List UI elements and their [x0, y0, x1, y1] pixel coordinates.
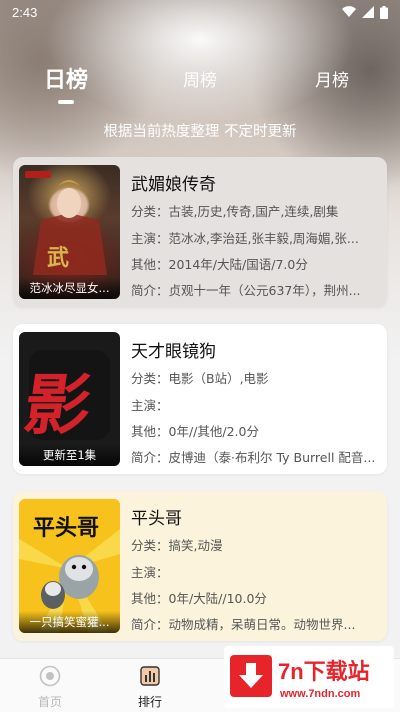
download-logo-icon	[230, 655, 272, 697]
card-cast: 主演：	[131, 565, 169, 580]
tab-daily[interactable]: 日榜	[44, 62, 88, 94]
ranking-card[interactable]: 影 更新至1集 天才眼镜狗 分类：电影（B站）,电影 主演： 其他：0年//其他…	[13, 324, 387, 474]
poster-image: 影 更新至1集	[19, 332, 120, 466]
card-other: 其他：0年/大陆//10.0分	[131, 591, 267, 606]
nav-home[interactable]: 首页	[20, 665, 80, 710]
svg-text:武: 武	[47, 245, 69, 271]
card-intro: 简介：皮博迪（泰·布利尔 Ty Burrell 配音...	[131, 450, 376, 465]
ranking-icon	[140, 666, 160, 686]
watermark-url: www.7ndn.com	[280, 688, 361, 700]
battery-icon	[380, 5, 388, 19]
card-cast: 主演：	[131, 398, 169, 413]
poster-caption: 更新至1集	[19, 444, 120, 466]
ranking-card[interactable]: 平头哥 一只搞笑蜜獾... 平头哥 分类：搞笑,动漫 主演： 其他：0年/大陆/…	[13, 491, 387, 641]
status-bar: 2:43	[0, 0, 400, 24]
ranking-card[interactable]: 武 范冰冰尽显女... 武媚娘传奇 分类：古装,历史,传奇,国产,连续,剧集 主…	[13, 157, 387, 307]
card-category: 分类：古装,历史,传奇,国产,连续,剧集	[131, 204, 339, 219]
card-intro: 简介：贞观十一年（公元637年），荆州...	[131, 283, 361, 298]
tab-monthly[interactable]: 月榜	[315, 66, 349, 91]
tab-weekly[interactable]: 周榜	[183, 66, 217, 91]
home-icon	[39, 665, 61, 687]
card-title: 武媚娘传奇	[131, 175, 216, 195]
card-other: 其他：0年//其他/2.0分	[131, 424, 259, 439]
signal-icon	[362, 6, 374, 18]
card-other: 其他：2014年/大陆/国语/7.0分	[131, 257, 308, 272]
poster-caption: 一只搞笑蜜獾...	[19, 611, 120, 633]
nav-home-label: 首页	[37, 695, 62, 709]
svg-text:平头哥: 平头哥	[33, 516, 99, 541]
card-title: 平头哥	[131, 509, 182, 529]
status-icons	[342, 5, 388, 19]
poster-caption: 范冰冰尽显女...	[19, 277, 120, 299]
card-intro: 简介：动物成精，呆萌日常。动物世界...	[131, 617, 356, 632]
site-watermark: 7n下载站 www.7ndn.com	[224, 646, 394, 708]
wifi-icon	[342, 6, 356, 18]
ranking-subtitle: 根据当前热度整理 不定时更新	[103, 124, 297, 140]
svg-text:影: 影	[19, 366, 96, 444]
nav-ranking-label: 排行	[137, 695, 162, 709]
poster-image: 平头哥 一只搞笑蜜獾...	[19, 499, 120, 633]
card-title: 天才眼镜狗	[131, 342, 216, 362]
card-cast: 主演：范冰冰,李治廷,张丰毅,周海媚,张...	[131, 231, 359, 246]
poster-image: 武 范冰冰尽显女...	[19, 165, 120, 299]
card-category: 分类：电影（B站）,电影	[131, 371, 269, 386]
status-time: 2:43	[12, 4, 38, 20]
nav-ranking[interactable]: 排行	[120, 665, 180, 710]
card-category: 分类：搞笑,动漫	[131, 538, 223, 553]
watermark-title: 7n下载站	[278, 659, 370, 684]
tab-indicator	[58, 100, 74, 104]
